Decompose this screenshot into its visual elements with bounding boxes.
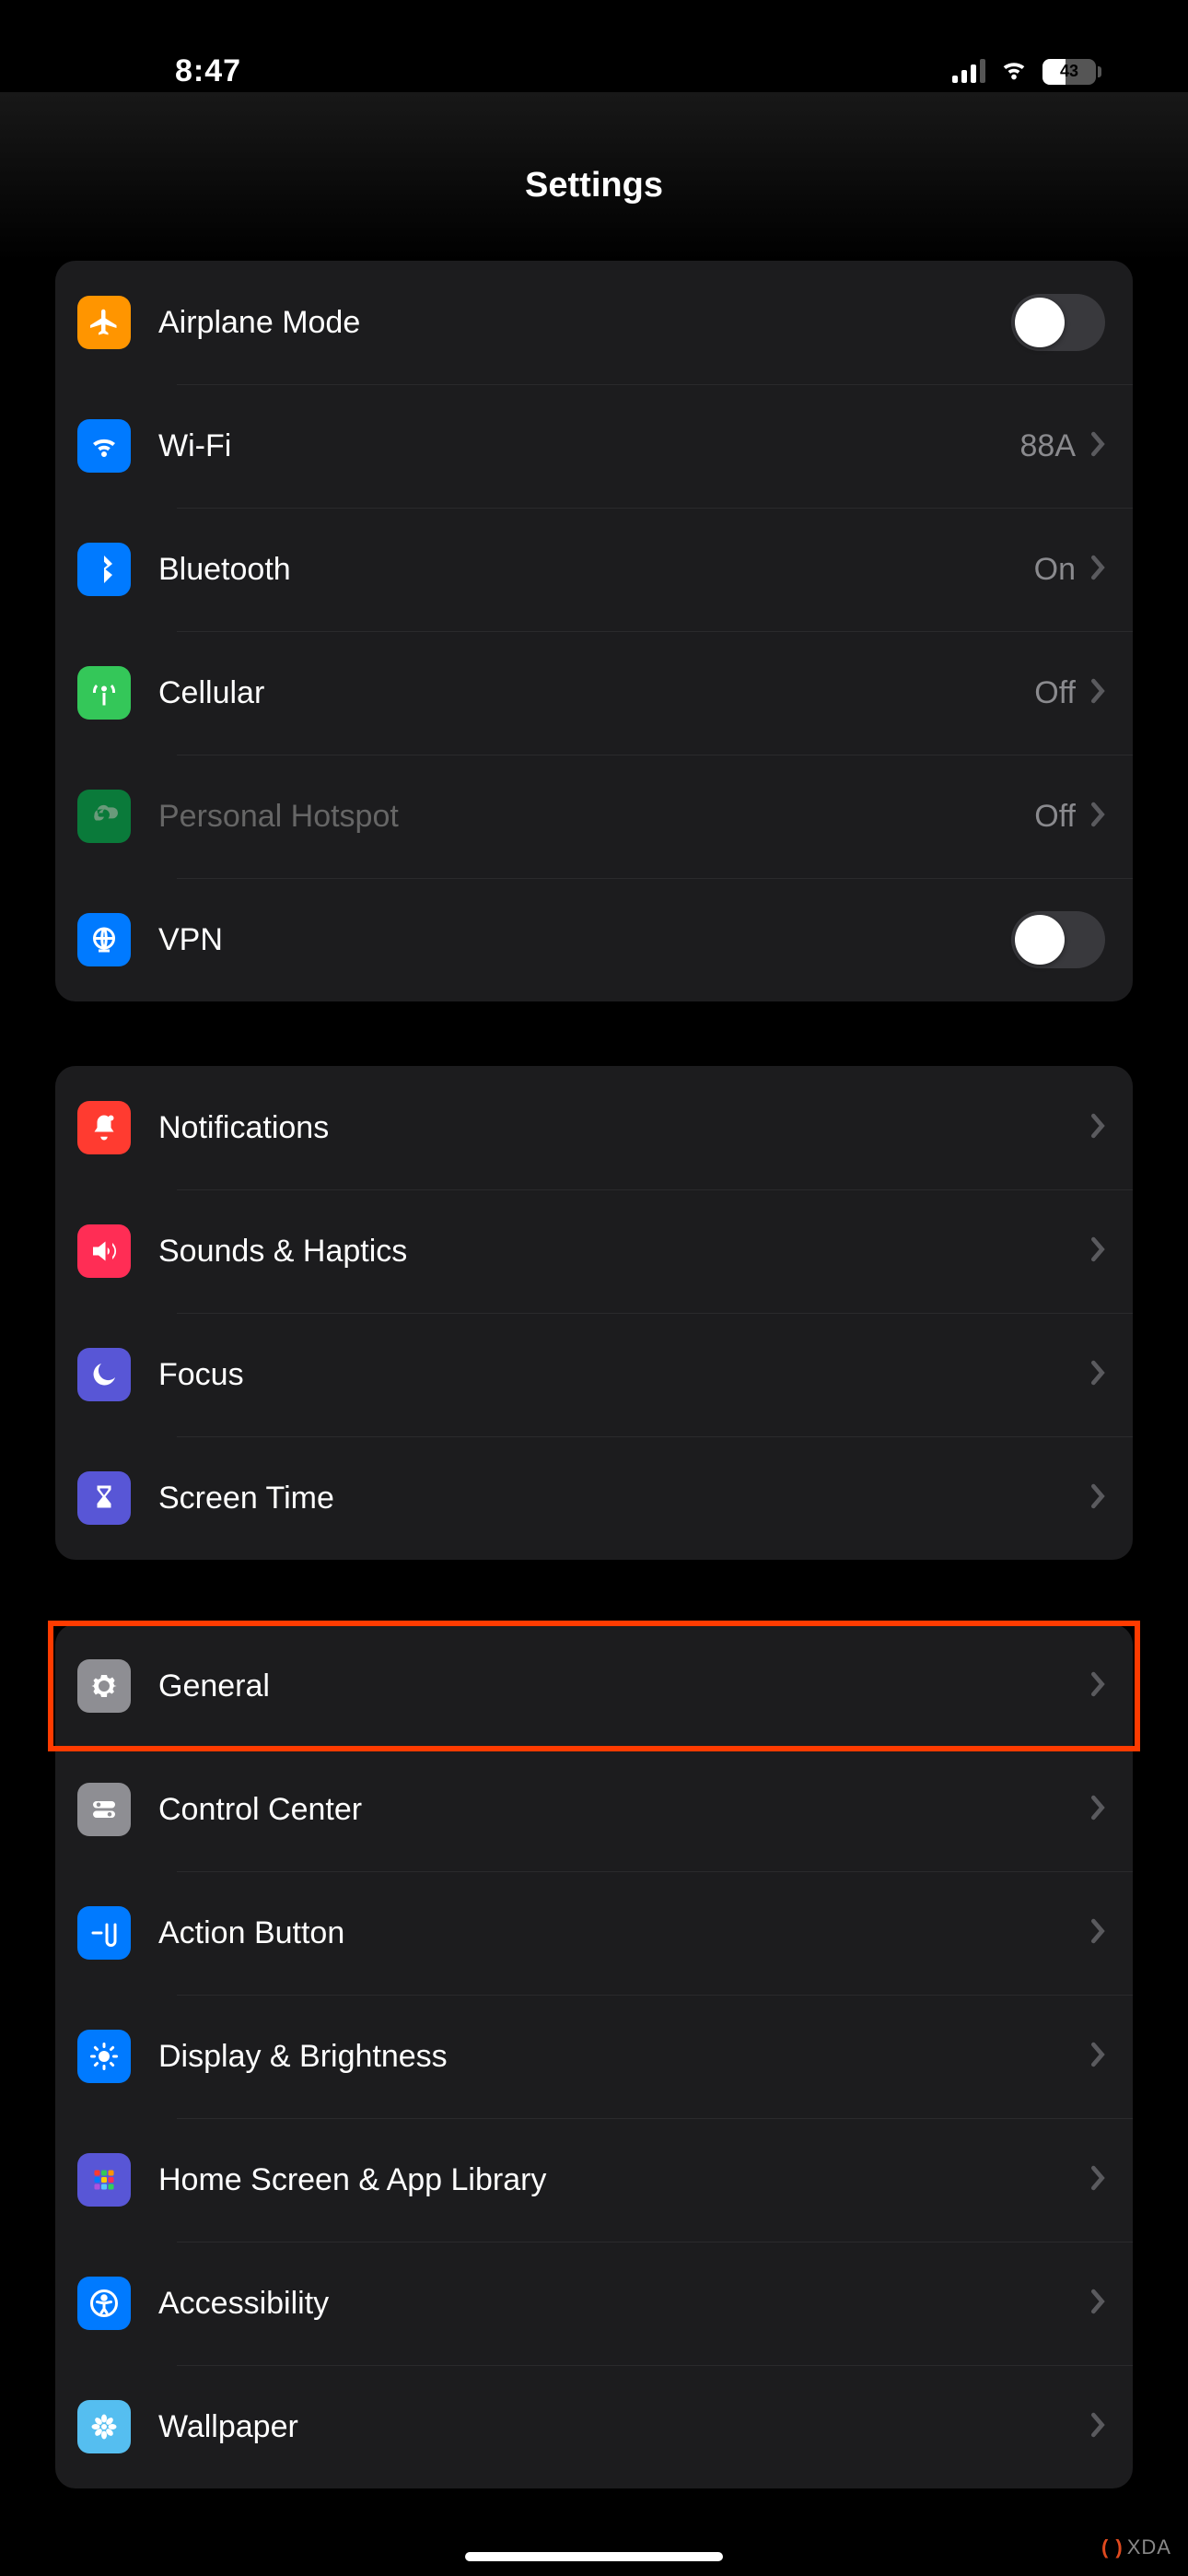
bell-icon (77, 1101, 131, 1154)
home-indicator[interactable] (465, 2552, 723, 2561)
row-sounds[interactable]: Sounds & Haptics (55, 1189, 1133, 1313)
row-vpn[interactable]: VPN (55, 878, 1133, 1001)
row-label: Cellular (158, 675, 1034, 711)
row-label: Control Center (158, 1792, 1090, 1828)
toggles-icon (77, 1783, 131, 1836)
row-label: Notifications (158, 1110, 1090, 1146)
status-time: 8:47 (55, 53, 241, 89)
row-wifi[interactable]: Wi-Fi 88A (55, 384, 1133, 508)
row-cellular[interactable]: Cellular Off (55, 631, 1133, 755)
chevron-right-icon (1090, 1236, 1105, 1267)
airplane-icon (77, 296, 131, 349)
wifi-icon (77, 419, 131, 473)
row-label: Wallpaper (158, 2409, 1090, 2445)
bluetooth-icon (77, 543, 131, 596)
chevron-right-icon (1090, 431, 1105, 462)
row-display-brightness[interactable]: Display & Brightness (55, 1995, 1133, 2118)
chevron-right-icon (1090, 678, 1105, 708)
settings-group-notifications: Notifications Sounds & Haptics Focus Scr… (55, 1066, 1133, 1560)
row-value: Off (1034, 799, 1076, 835)
airplane-toggle[interactable] (1011, 294, 1105, 351)
row-label: Display & Brightness (158, 2039, 1090, 2075)
moon-icon (77, 1348, 131, 1401)
status-indicators: 43 (952, 53, 1133, 89)
row-notifications[interactable]: Notifications (55, 1066, 1133, 1189)
xda-watermark: ( )XDA (1101, 2535, 1171, 2559)
wifi-icon (998, 53, 1030, 89)
row-control-center[interactable]: Control Center (55, 1748, 1133, 1871)
row-label: Home Screen & App Library (158, 2162, 1090, 2198)
row-label: Accessibility (158, 2286, 1090, 2322)
row-focus[interactable]: Focus (55, 1313, 1133, 1436)
row-value: Off (1034, 675, 1076, 711)
row-screen-time[interactable]: Screen Time (55, 1436, 1133, 1560)
row-label: VPN (158, 922, 1011, 958)
row-label: Bluetooth (158, 552, 1034, 588)
page-header: Settings (0, 92, 1188, 261)
row-label: Screen Time (158, 1481, 1090, 1516)
status-bar: 8:47 43 (0, 0, 1188, 92)
gear-icon (77, 1659, 131, 1713)
row-general[interactable]: General (55, 1624, 1133, 1748)
row-accessibility[interactable]: Accessibility (55, 2242, 1133, 2365)
row-bluetooth[interactable]: Bluetooth On (55, 508, 1133, 631)
accessibility-icon (77, 2277, 131, 2330)
hotspot-icon (77, 790, 131, 843)
battery-indicator: 43 (1042, 59, 1096, 85)
row-action-button[interactable]: Action Button (55, 1871, 1133, 1995)
chevron-right-icon (1090, 802, 1105, 832)
chevron-right-icon (1090, 1671, 1105, 1702)
row-label: Focus (158, 1357, 1090, 1393)
row-label: Personal Hotspot (158, 799, 1034, 835)
row-label: Airplane Mode (158, 305, 1011, 341)
chevron-right-icon (1090, 555, 1105, 585)
chevron-right-icon (1090, 1360, 1105, 1390)
cellular-signal-icon (952, 61, 985, 83)
row-airplane-mode[interactable]: Airplane Mode (55, 261, 1133, 384)
app-grid-icon (77, 2153, 131, 2207)
vpn-toggle[interactable] (1011, 911, 1105, 968)
chevron-right-icon (1090, 2042, 1105, 2072)
chevron-right-icon (1090, 2289, 1105, 2319)
row-value: 88A (1020, 428, 1077, 464)
hourglass-icon (77, 1471, 131, 1525)
globe-icon (77, 913, 131, 966)
battery-percent: 43 (1042, 62, 1096, 81)
chevron-right-icon (1090, 1483, 1105, 1514)
settings-group-connectivity: Airplane Mode Wi-Fi 88A Bluetooth On Cel… (55, 261, 1133, 1001)
chevron-right-icon (1090, 1113, 1105, 1143)
row-personal-hotspot[interactable]: Personal Hotspot Off (55, 755, 1133, 878)
row-label: General (158, 1669, 1090, 1704)
chevron-right-icon (1090, 1918, 1105, 1949)
antenna-icon (77, 666, 131, 720)
chevron-right-icon (1090, 2412, 1105, 2442)
flower-icon (77, 2400, 131, 2453)
chevron-right-icon (1090, 2165, 1105, 2195)
settings-group-general: General Control Center Action Button Dis… (55, 1624, 1133, 2488)
speaker-icon (77, 1224, 131, 1278)
row-label: Wi-Fi (158, 428, 1020, 464)
row-label: Action Button (158, 1915, 1090, 1951)
row-label: Sounds & Haptics (158, 1234, 1090, 1270)
chevron-right-icon (1090, 1795, 1105, 1825)
page-title: Settings (0, 166, 1188, 205)
row-value: On (1034, 552, 1076, 588)
row-home-screen[interactable]: Home Screen & App Library (55, 2118, 1133, 2242)
action-button-icon (77, 1906, 131, 1960)
sun-icon (77, 2030, 131, 2083)
row-wallpaper[interactable]: Wallpaper (55, 2365, 1133, 2488)
